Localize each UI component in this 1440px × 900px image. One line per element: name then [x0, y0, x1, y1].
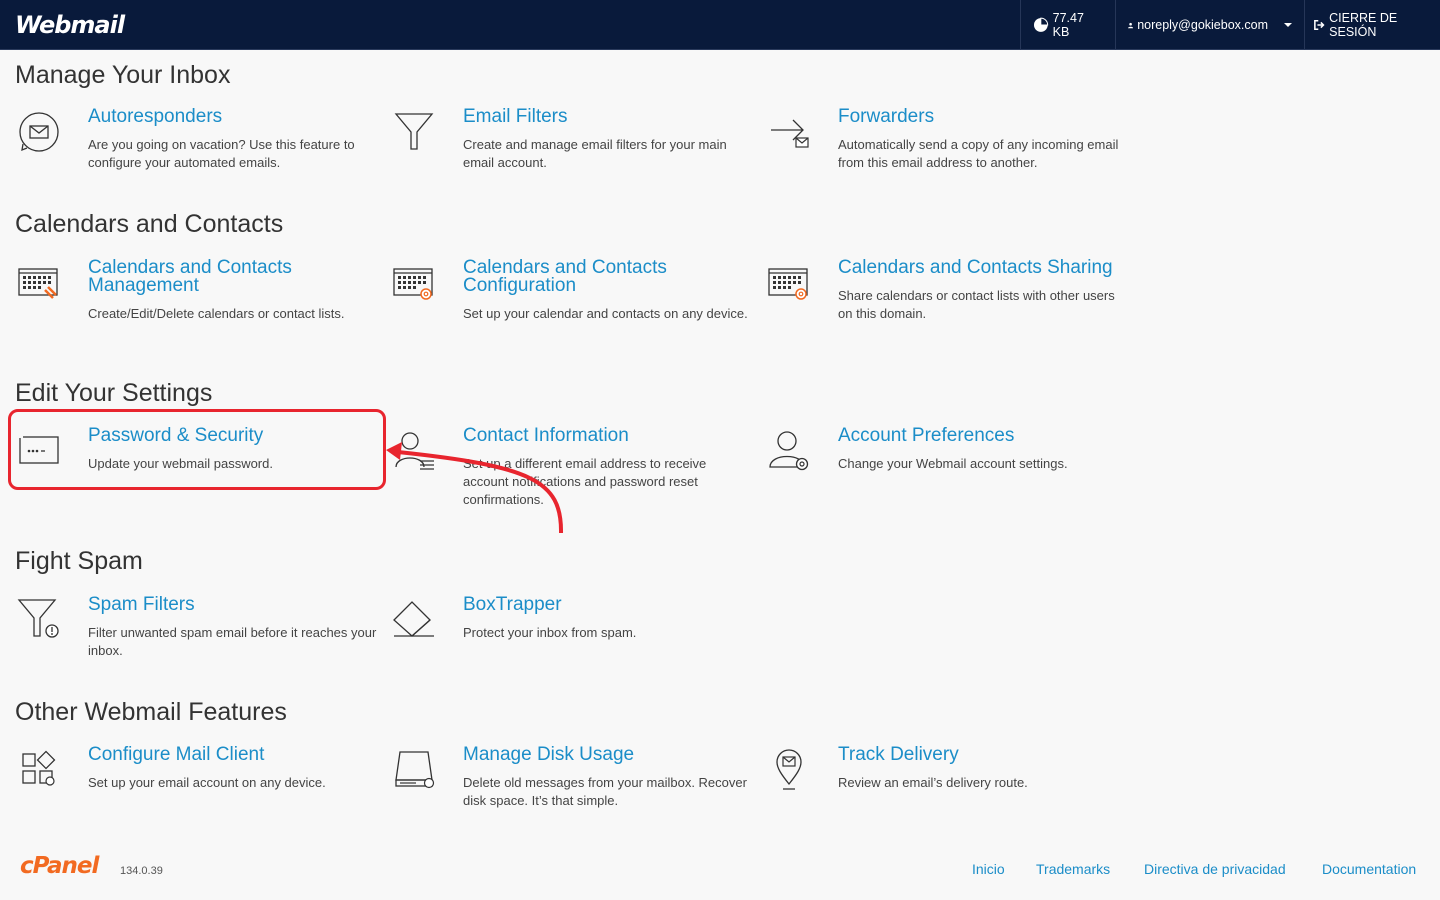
calendars-management-link[interactable]: Calendars and Contacts Management — [88, 258, 388, 295]
account-preferences-desc: Change your Webmail account settings. — [838, 456, 1068, 471]
chevron-down-icon — [1284, 23, 1292, 27]
section-title-inbox: Manage Your Inbox — [15, 61, 231, 89]
email-filters-desc: Create and manage email filters for your… — [463, 137, 727, 170]
autoresponders-desc: Are you going on vacation? Use this feat… — [88, 137, 355, 170]
section-title-spam: Fight Spam — [15, 547, 143, 575]
autoresponder-icon — [19, 112, 59, 152]
highlight-box — [8, 409, 386, 490]
top-navbar: Webmail 77.47 KB noreply@gokiebox.com CI… — [0, 0, 1440, 50]
boxtrapper-link[interactable]: BoxTrapper — [463, 595, 763, 614]
calendar-settings-icon — [393, 268, 433, 300]
footer-link-inicio[interactable]: Inicio — [972, 861, 1005, 877]
section-title-settings: Edit Your Settings — [15, 379, 213, 407]
logout-icon — [1314, 19, 1325, 31]
user-menu-dropdown[interactable]: noreply@gokiebox.com — [1115, 0, 1304, 50]
configure-mail-client-desc: Set up your email account on any device. — [88, 775, 326, 790]
footer-link-trademarks[interactable]: Trademarks — [1036, 861, 1110, 877]
spam-filters-link[interactable]: Spam Filters — [88, 595, 388, 614]
cpanel-version: 134.0.39 — [120, 865, 163, 877]
calendars-sharing-link[interactable]: Calendars and Contacts Sharing — [838, 258, 1138, 277]
user-email: noreply@gokiebox.com — [1137, 18, 1268, 32]
footer-link-documentation[interactable]: Documentation — [1322, 861, 1416, 877]
disk-usage-indicator[interactable]: 77.47 KB — [1020, 0, 1115, 50]
cpanel-logo[interactable]: cPanel — [20, 853, 99, 879]
spam-filters-desc: Filter unwanted spam email before it rea… — [88, 625, 377, 658]
configure-mail-client-link[interactable]: Configure Mail Client — [88, 745, 388, 764]
calendars-management-desc: Create/Edit/Delete calendars or contact … — [88, 306, 345, 321]
user-settings-icon — [769, 431, 809, 471]
manage-disk-usage-desc: Delete old messages from your mailbox. R… — [463, 775, 747, 808]
forwarders-desc: Automatically send a copy of any incomin… — [838, 137, 1119, 170]
forwarders-link[interactable]: Forwarders — [838, 107, 1138, 126]
track-delivery-desc: Review an email’s delivery route. — [838, 775, 1028, 790]
autoresponders-link[interactable]: Autoresponders — [88, 107, 388, 126]
annotation-arrow-icon — [386, 442, 564, 534]
user-icon — [1128, 22, 1134, 28]
email-filters-link[interactable]: Email Filters — [463, 107, 763, 126]
pie-chart-icon — [1033, 17, 1049, 32]
footer-link-privacy[interactable]: Directiva de privacidad — [1144, 861, 1286, 877]
boxtrapper-desc: Protect your inbox from spam. — [463, 625, 637, 640]
disk-drive-icon — [395, 751, 435, 789]
location-pin-icon — [776, 749, 802, 790]
manage-disk-usage-link[interactable]: Manage Disk Usage — [463, 745, 763, 764]
calendar-share-icon — [768, 268, 808, 300]
calendars-configuration-link[interactable]: Calendars and Contacts Configuration — [463, 258, 763, 295]
calendars-configuration-desc: Set up your calendar and contacts on any… — [463, 306, 748, 321]
section-title-calendars: Calendars and Contacts — [15, 210, 284, 238]
filter-icon — [394, 113, 434, 150]
webmail-logo[interactable]: Webmail — [15, 11, 125, 39]
logout-button[interactable]: CIERRE DE SESIÓN — [1304, 0, 1440, 50]
spam-filter-icon — [17, 599, 59, 638]
track-delivery-link[interactable]: Track Delivery — [838, 745, 1138, 764]
apps-grid-icon — [22, 750, 56, 786]
calendars-sharing-desc: Share calendars or contact lists with ot… — [838, 288, 1115, 321]
disk-usage-value: 77.47 KB — [1052, 11, 1084, 39]
logout-label: CIERRE DE SESIÓN — [1329, 11, 1398, 39]
section-title-other: Other Webmail Features — [15, 698, 287, 726]
account-preferences-link[interactable]: Account Preferences — [838, 426, 1138, 445]
calendar-edit-icon — [18, 268, 58, 299]
boxtrapper-icon — [393, 601, 434, 637]
forward-arrow-icon — [771, 119, 809, 148]
